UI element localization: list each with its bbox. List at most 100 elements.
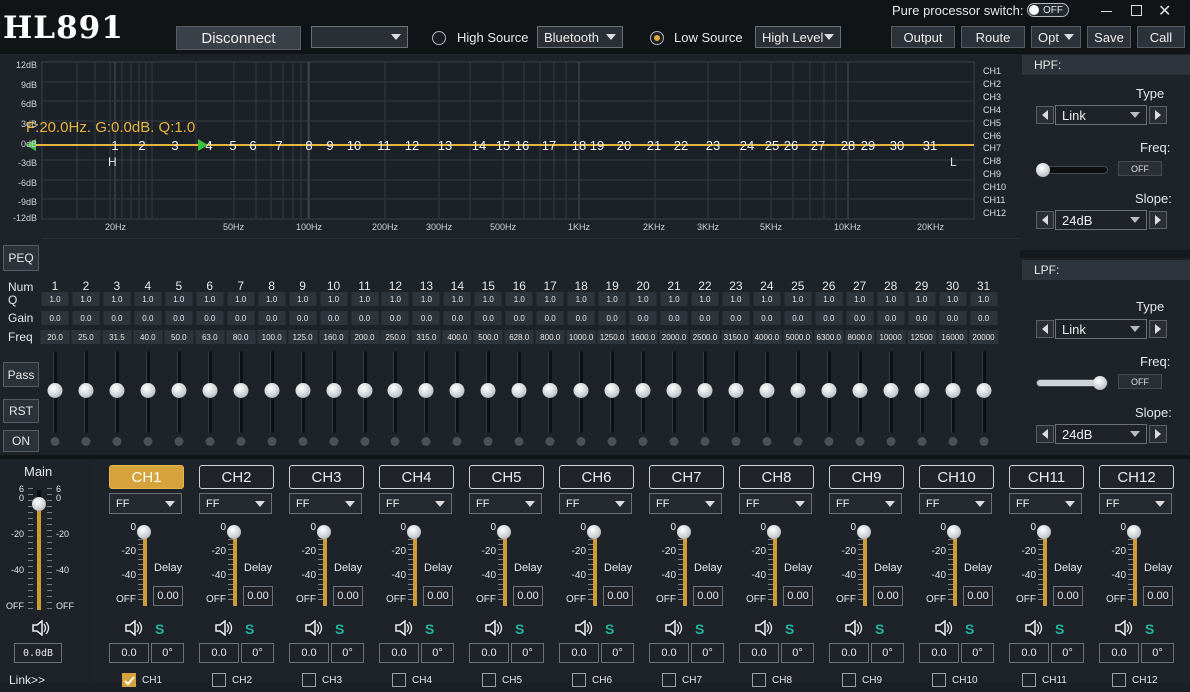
channel-select-button[interactable]: CH1 (109, 465, 184, 489)
band-gain-slider-knob[interactable] (480, 383, 496, 398)
band-status-dot[interactable] (236, 437, 246, 446)
band-gain-slider-knob[interactable] (264, 383, 280, 398)
band-gain-slider-knob[interactable] (728, 383, 744, 398)
band-status-dot[interactable] (824, 437, 834, 446)
channel-mode-select[interactable]: FF (469, 493, 542, 514)
gain-value[interactable]: 0.0 (846, 311, 874, 325)
band-status-dot[interactable] (979, 437, 988, 446)
gain-value[interactable]: 0.0 (474, 311, 502, 325)
graph-channel-label[interactable]: CH8 (983, 156, 1001, 166)
solo-button[interactable]: S (965, 621, 974, 637)
q-value[interactable]: 1.0 (722, 292, 750, 306)
band-marker[interactable]: 26 (784, 138, 798, 153)
maximize-icon[interactable] (1131, 5, 1142, 16)
q-value[interactable]: 1.0 (227, 292, 255, 306)
link-checkbox[interactable] (572, 673, 586, 687)
band-marker[interactable]: 21 (647, 138, 661, 153)
speaker-icon[interactable] (935, 619, 953, 641)
channel-level-value[interactable]: 0.0 (1009, 643, 1049, 663)
q-value[interactable]: 1.0 (784, 292, 812, 306)
gain-value[interactable]: 0.0 (196, 311, 224, 325)
gain-value[interactable]: 0.0 (598, 311, 626, 325)
band-marker[interactable]: 24 (740, 138, 754, 153)
band-gain-slider-knob[interactable] (697, 383, 713, 398)
delay-value[interactable]: 0.00 (333, 586, 363, 606)
speaker-icon[interactable] (305, 619, 323, 641)
channel-mode-select[interactable]: FF (109, 493, 182, 514)
band-gain-slider-knob[interactable] (295, 383, 311, 398)
channel-fader-knob[interactable] (317, 525, 331, 539)
on-button[interactable]: ON (3, 430, 39, 452)
band-status-dot[interactable] (143, 437, 153, 446)
band-marker[interactable]: 29 (861, 138, 875, 153)
freq-value[interactable]: 20.0 (40, 330, 70, 344)
peq-button[interactable]: PEQ (3, 245, 39, 271)
band-status-dot[interactable] (607, 437, 617, 446)
solo-button[interactable]: S (1055, 621, 1064, 637)
freq-value[interactable]: 25.0 (71, 330, 101, 344)
link-checkbox[interactable] (212, 673, 226, 687)
main-fader-knob[interactable] (32, 497, 46, 511)
solo-button[interactable]: S (335, 621, 344, 637)
channel-fader-knob[interactable] (407, 525, 421, 539)
q-value[interactable]: 1.0 (505, 292, 533, 306)
lpf-type-prev[interactable] (1036, 320, 1054, 338)
solo-button[interactable]: S (155, 621, 164, 637)
graph-channel-label[interactable]: CH4 (983, 105, 1001, 115)
gain-value[interactable]: 0.0 (629, 311, 657, 325)
band-status-dot[interactable] (50, 437, 60, 446)
close-icon[interactable]: ✕ (1158, 1, 1171, 21)
q-value[interactable]: 1.0 (753, 292, 781, 306)
band-status-dot[interactable] (174, 437, 184, 446)
freq-value[interactable]: 200.0 (350, 330, 379, 344)
delay-value[interactable]: 0.00 (963, 586, 993, 606)
freq-value[interactable]: 1000.0 (566, 330, 596, 344)
channel-fader-knob[interactable] (1127, 525, 1141, 539)
delay-value[interactable]: 0.00 (423, 586, 453, 606)
gain-value[interactable]: 0.0 (567, 311, 595, 325)
band-marker[interactable]: 4 (205, 138, 212, 153)
graph-channel-label[interactable]: CH7 (983, 143, 1001, 153)
hpf-slope-select[interactable]: 24dB (1055, 210, 1147, 230)
freq-value[interactable]: 3150.0 (721, 330, 751, 344)
graph-channel-label[interactable]: CH3 (983, 92, 1001, 102)
band-status-dot[interactable] (81, 437, 91, 446)
band-status-dot[interactable] (793, 437, 803, 446)
speaker-icon[interactable] (32, 619, 50, 641)
channel-select-button[interactable]: CH4 (379, 465, 454, 489)
gain-value[interactable]: 0.0 (289, 311, 317, 325)
band-gain-slider-knob[interactable] (109, 383, 125, 398)
link-checkbox[interactable] (302, 673, 316, 687)
channel-fader-knob[interactable] (857, 525, 871, 539)
band-marker[interactable]: 22 (674, 138, 688, 153)
speaker-icon[interactable] (755, 619, 773, 641)
lpf-type-select[interactable]: Link (1055, 319, 1147, 339)
gain-value[interactable]: 0.0 (536, 311, 564, 325)
band-gain-slider-knob[interactable] (883, 383, 899, 398)
gain-value[interactable]: 0.0 (722, 311, 750, 325)
band-marker[interactable]: 30 (890, 138, 904, 153)
channel-mode-select[interactable]: FF (739, 493, 812, 514)
q-value[interactable]: 1.0 (381, 292, 409, 306)
delay-value[interactable]: 0.00 (603, 586, 633, 606)
hpf-slope-next[interactable] (1149, 211, 1167, 229)
speaker-icon[interactable] (1025, 619, 1043, 641)
speaker-icon[interactable] (665, 619, 683, 641)
band-status-dot[interactable] (576, 437, 586, 446)
band-status-dot[interactable] (669, 437, 679, 446)
channel-fader-knob[interactable] (227, 525, 241, 539)
channel-select-button[interactable]: CH6 (559, 465, 634, 489)
gain-value[interactable]: 0.0 (258, 311, 286, 325)
band-marker[interactable]: 27 (811, 138, 825, 153)
q-value[interactable]: 1.0 (660, 292, 688, 306)
hpf-type-next[interactable] (1149, 106, 1167, 124)
channel-level-value[interactable]: 0.0 (739, 643, 779, 663)
link-checkbox[interactable] (1112, 673, 1126, 687)
q-value[interactable]: 1.0 (908, 292, 936, 306)
link-checkbox[interactable] (842, 673, 856, 687)
hpf-slope-prev[interactable] (1036, 211, 1054, 229)
channel-select-button[interactable]: CH8 (739, 465, 814, 489)
output-button[interactable]: Output (891, 26, 955, 48)
band-gain-slider-knob[interactable] (387, 383, 403, 398)
q-value[interactable]: 1.0 (134, 292, 162, 306)
